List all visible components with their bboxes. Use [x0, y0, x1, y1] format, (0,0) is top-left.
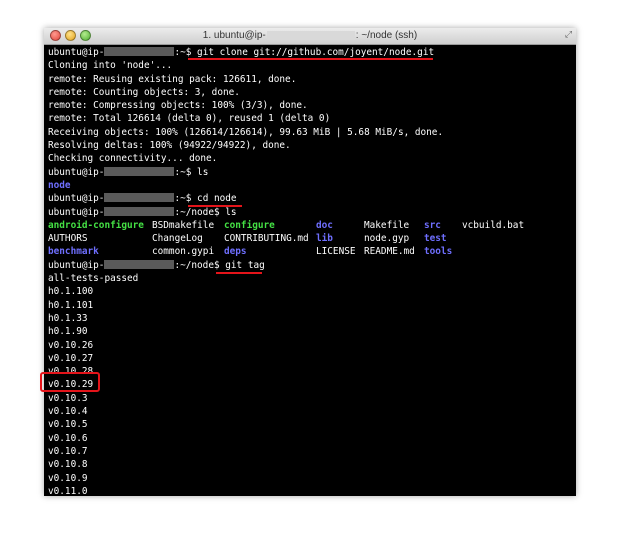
tag-item: h0.1.100	[48, 286, 94, 298]
ls-entry: doc	[316, 219, 333, 231]
annotation-underline-clone	[188, 58, 433, 60]
terminal-window[interactable]: 1. ubuntu@ip- : ~/node (ssh) ⤢ ubuntu@ip-…	[44, 28, 576, 496]
window-title: 1. ubuntu@ip- : ~/node (ssh)	[44, 29, 576, 43]
ls-entry: ChangeLog	[152, 233, 203, 245]
redacted-hostname	[104, 206, 175, 216]
ls-entry: test	[424, 233, 447, 245]
command-cd-node: cd node	[197, 193, 237, 205]
window-title-prefix: 1. ubuntu@ip-	[202, 30, 266, 41]
ls-entry: tools	[424, 246, 453, 258]
output-line: Resolving deltas: 100% (94922/94922), do…	[48, 140, 291, 152]
ls-listing: android-configure BSDmakefile configure …	[48, 219, 572, 259]
ls-entry: node.gyp	[364, 233, 410, 245]
redacted-hostname	[104, 166, 175, 176]
ls-entry	[462, 245, 572, 258]
prompt-path: :~$	[174, 166, 192, 178]
ls-entry: BSDmakefile	[152, 219, 215, 231]
redacted-hostname	[266, 30, 355, 40]
ls-entry: src	[424, 219, 441, 231]
ls-entry: Makefile	[364, 219, 410, 231]
prompt-user: ubuntu@ip-	[48, 166, 105, 178]
tag-item: v0.10.9	[48, 472, 88, 484]
tag-item: v0.11.0	[48, 485, 88, 496]
tag-item: v0.10.28	[48, 366, 94, 378]
command-ls: ls	[197, 166, 209, 178]
prompt-user: ubuntu@ip-	[48, 47, 105, 58]
annotation-underline-cd	[188, 205, 242, 207]
tag-list: all-tests-passed h0.1.100 h0.1.101 h0.1.…	[48, 272, 572, 496]
prompt-line: ubuntu@ip- :~/node$ git tag	[48, 259, 572, 272]
prompt-user: ubuntu@ip-	[48, 206, 105, 218]
command-ls: ls	[225, 206, 237, 218]
ls-entry: configure	[224, 219, 275, 231]
redacted-hostname	[104, 47, 175, 56]
tag-item: v0.10.8	[48, 459, 88, 471]
ls-directory-entry: node	[48, 179, 71, 191]
ls-entry: lib	[316, 233, 333, 245]
prompt-user: ubuntu@ip-	[48, 259, 105, 271]
tag-item: v0.10.4	[48, 406, 88, 418]
tag-item: all-tests-passed	[48, 273, 139, 285]
output-line: remote: Total 126614 (delta 0), reused 1…	[48, 113, 331, 125]
annotation-box-v0-10-29	[40, 372, 100, 392]
output-line: Cloning into 'node'...	[48, 60, 173, 72]
title-bar[interactable]: 1. ubuntu@ip- : ~/node (ssh) ⤢	[44, 28, 576, 45]
ls-entry: LICENSE	[316, 246, 356, 258]
prompt-path: :~/node$	[174, 259, 220, 271]
tag-item: h0.1.101	[48, 299, 94, 311]
ls-entry: android-configure	[48, 219, 144, 231]
prompt-line: ubuntu@ip- :~$ ls	[48, 166, 572, 179]
ls-entry: benchmark	[48, 246, 99, 258]
output-line: remote: Reusing existing pack: 126611, d…	[48, 73, 297, 85]
fullscreen-icon[interactable]: ⤢	[563, 30, 574, 41]
tag-item: h0.1.90	[48, 326, 88, 338]
ls-entry: AUTHORS	[48, 233, 88, 245]
prompt-line: ubuntu@ip- :~$ cd node	[48, 192, 572, 205]
redacted-hostname	[104, 193, 175, 203]
window-title-suffix: : ~/node (ssh)	[355, 30, 418, 41]
terminal-output[interactable]: ubuntu@ip- :~$ git clone git://github.com…	[48, 46, 572, 496]
tag-item: v0.10.7	[48, 445, 88, 457]
ls-entry: common.gypi	[152, 246, 215, 258]
command-git-clone: git clone git://github.com/joyent/node.g…	[197, 47, 435, 58]
ls-entry: CONTRIBUTING.md	[224, 233, 309, 245]
prompt-path: :~$	[174, 47, 192, 58]
annotation-underline-tag	[216, 272, 262, 274]
prompt-user: ubuntu@ip-	[48, 193, 105, 205]
prompt-line: ubuntu@ip- :~/node$ ls	[48, 206, 572, 219]
ls-entry: deps	[224, 246, 247, 258]
output-line: remote: Compressing objects: 100% (3/3),…	[48, 100, 308, 112]
output-line: Checking connectivity... done.	[48, 153, 218, 165]
tag-item: v0.10.5	[48, 419, 88, 431]
tag-item-highlighted: v0.10.29	[48, 379, 94, 391]
tag-item: v0.10.6	[48, 432, 88, 444]
command-git-tag: git tag	[225, 259, 265, 271]
tag-item: h0.1.33	[48, 312, 88, 324]
ls-entry: vcbuild.bat	[462, 219, 525, 231]
redacted-hostname	[104, 259, 175, 269]
tag-item: v0.10.27	[48, 352, 94, 364]
ls-entry	[462, 232, 572, 245]
prompt-path: :~/node$	[174, 206, 220, 218]
prompt-path: :~$	[174, 193, 192, 205]
ls-entry: README.md	[364, 246, 415, 258]
output-line: remote: Counting objects: 3, done.	[48, 86, 240, 98]
tag-item: v0.10.3	[48, 392, 88, 404]
output-line: Receiving objects: 100% (126614/126614),…	[48, 126, 444, 138]
tag-item: v0.10.26	[48, 339, 94, 351]
